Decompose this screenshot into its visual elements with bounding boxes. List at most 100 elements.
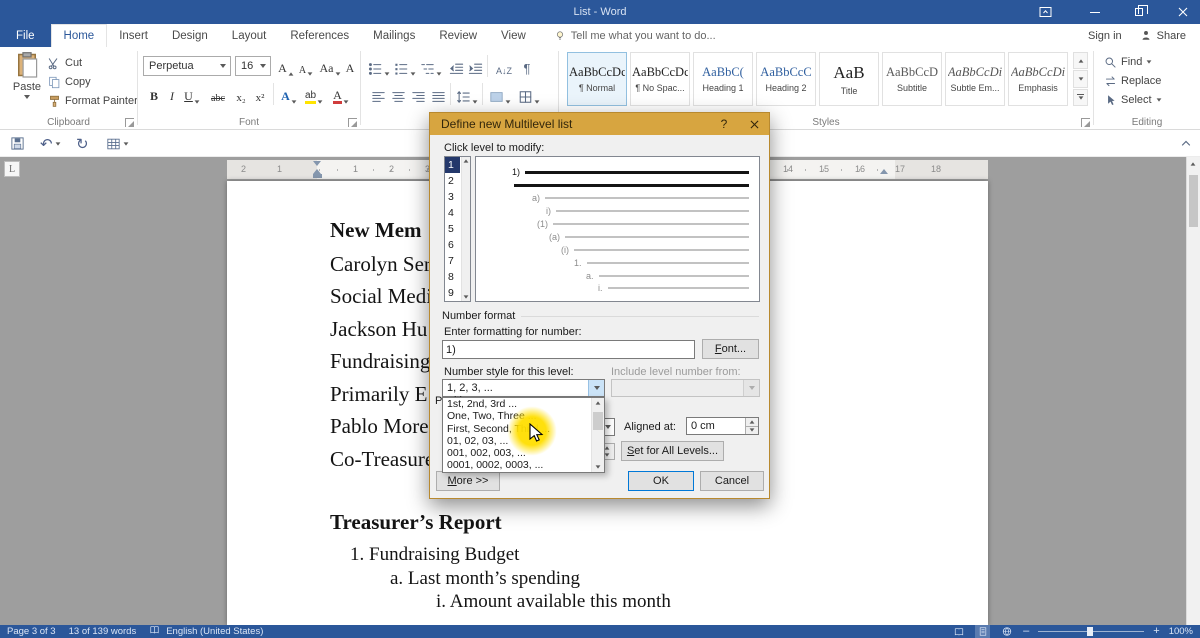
styles-dialog-launcher-icon[interactable] <box>1081 118 1090 127</box>
align-center-button[interactable] <box>389 84 407 104</box>
ribbon-display-options-icon[interactable] <box>1028 0 1062 24</box>
grow-font-button[interactable]: A <box>276 56 296 76</box>
close-button[interactable] <box>1166 0 1200 24</box>
zoom-slider[interactable] <box>1038 625 1144 638</box>
cancel-button[interactable]: Cancel <box>700 471 764 491</box>
read-mode-button[interactable] <box>951 625 966 638</box>
bullets-button[interactable] <box>367 56 391 76</box>
styles-scroll-down[interactable] <box>1073 70 1088 87</box>
dropdown-option[interactable]: 001, 002, 003, ... <box>443 447 591 459</box>
style-no-spacing[interactable]: AaBbCcDc¶ No Spac... <box>630 52 690 106</box>
highlight-color-button[interactable]: ab <box>302 84 326 104</box>
combo-arrow[interactable] <box>588 380 604 396</box>
share-button[interactable]: Share <box>1140 29 1186 42</box>
scroll-down-icon[interactable] <box>596 465 601 468</box>
level-item-7[interactable]: 7 <box>445 253 460 269</box>
style-subtle-emphasis[interactable]: AaBbCcDiSubtle Em... <box>945 52 1005 106</box>
style-subtitle[interactable]: AaBbCcDSubtitle <box>882 52 942 106</box>
select-button[interactable]: Select <box>1104 91 1162 109</box>
strikethrough-button[interactable]: abc <box>206 84 230 104</box>
first-line-indent-marker[interactable] <box>313 161 321 166</box>
level-item-2[interactable]: 2 <box>445 173 460 189</box>
tab-view[interactable]: View <box>489 24 538 47</box>
dialog-help-button[interactable]: ? <box>709 113 739 135</box>
spinner-down-icon[interactable] <box>746 427 758 435</box>
format-painter-button[interactable]: Format Painter <box>48 92 138 110</box>
font-color-button[interactable]: A <box>329 84 353 104</box>
scrollbar-thumb[interactable] <box>593 412 603 430</box>
more-button[interactable]: More >> <box>436 471 500 491</box>
level-item-3[interactable]: 3 <box>445 189 460 205</box>
show-hide-pilcrow-button[interactable]: ¶ <box>519 56 535 76</box>
left-indent-marker[interactable] <box>313 174 322 178</box>
tab-layout[interactable]: Layout <box>220 24 279 47</box>
borders-button[interactable] <box>516 84 542 104</box>
scroll-down-icon[interactable] <box>464 295 469 298</box>
tab-mailings[interactable]: Mailings <box>361 24 427 47</box>
save-button[interactable] <box>10 133 25 154</box>
dropdown-option[interactable]: 0001, 0002, 0003, ... <box>443 459 591 471</box>
replace-button[interactable]: Replace <box>1104 72 1161 90</box>
web-layout-button[interactable] <box>999 625 1014 638</box>
tab-stop-selector[interactable]: L <box>4 161 20 177</box>
align-left-button[interactable] <box>369 84 387 104</box>
level-item-9[interactable]: 9 <box>445 285 460 301</box>
style-heading2[interactable]: AaBbCcCHeading 2 <box>756 52 816 106</box>
scrollbar-thumb[interactable] <box>1189 175 1198 227</box>
set-for-all-levels-button[interactable]: Set for All Levels... <box>621 441 724 461</box>
level-item-6[interactable]: 6 <box>445 237 460 253</box>
print-layout-button[interactable] <box>975 625 990 638</box>
language-indicator[interactable]: English (United States) <box>166 626 263 637</box>
ok-button[interactable]: OK <box>628 471 694 491</box>
title-bar[interactable]: List - Word <box>0 0 1200 24</box>
zoom-in-button[interactable]: + <box>1153 625 1159 638</box>
dropdown-scrollbar[interactable] <box>591 398 604 472</box>
tell-me-box[interactable]: Tell me what you want to do... <box>554 24 716 47</box>
dropdown-option[interactable]: One, Two, Three ... <box>443 410 591 422</box>
subscript-button[interactable]: x₂ <box>232 84 250 104</box>
tab-home[interactable]: Home <box>51 24 108 47</box>
underline-button[interactable]: U <box>181 84 203 104</box>
line-spacing-button[interactable] <box>454 84 480 104</box>
redo-button[interactable]: ↻ <box>76 133 89 154</box>
superscript-button[interactable]: x² <box>251 84 269 104</box>
scroll-up-icon[interactable] <box>596 401 601 404</box>
zoom-thumb[interactable] <box>1087 627 1093 636</box>
style-normal[interactable]: AaBbCcDc¶ Normal <box>567 52 627 106</box>
clear-formatting-button[interactable]: A <box>342 56 358 76</box>
font-size-combo[interactable]: 16 <box>235 56 271 76</box>
dropdown-option[interactable]: 1st, 2nd, 3rd ... <box>443 398 591 410</box>
sort-button[interactable]: A↓Z <box>491 56 517 76</box>
table-tool-button[interactable] <box>106 133 129 154</box>
dropdown-option[interactable]: First, Second, Third ... <box>443 423 591 435</box>
aligned-at-spinner[interactable]: 0 cm <box>686 417 759 435</box>
justify-button[interactable] <box>429 84 447 104</box>
level-item-5[interactable]: 5 <box>445 221 460 237</box>
numbering-button[interactable] <box>393 56 417 76</box>
tab-references[interactable]: References <box>278 24 361 47</box>
word-count[interactable]: 13 of 139 words <box>69 626 137 637</box>
level-item-1[interactable]: 1 <box>445 157 460 173</box>
level-item-8[interactable]: 8 <box>445 269 460 285</box>
tab-review[interactable]: Review <box>427 24 489 47</box>
undo-button[interactable]: ↶ <box>40 133 61 154</box>
zoom-out-button[interactable]: – <box>1023 625 1029 638</box>
paste-button[interactable]: Paste <box>7 51 47 117</box>
shading-button[interactable] <box>487 84 513 104</box>
spinner-arrows[interactable] <box>745 418 758 434</box>
italic-button[interactable]: I <box>165 84 179 104</box>
shrink-font-button[interactable]: A <box>296 56 316 76</box>
align-right-button[interactable] <box>409 84 427 104</box>
increase-indent-button[interactable] <box>466 56 484 76</box>
style-emphasis[interactable]: AaBbCcDiEmphasis <box>1008 52 1068 106</box>
decrease-indent-button[interactable] <box>447 56 465 76</box>
level-item-4[interactable]: 4 <box>445 205 460 221</box>
font-button[interactable]: Font... <box>702 339 759 359</box>
styles-gallery-more[interactable] <box>1073 89 1088 106</box>
level-scrollbar[interactable] <box>461 157 470 301</box>
number-format-input[interactable] <box>442 340 695 359</box>
level-listbox[interactable]: 1 2 3 4 5 6 7 8 9 <box>444 156 471 302</box>
restore-button[interactable] <box>1122 0 1156 24</box>
minimize-button[interactable] <box>1078 0 1112 24</box>
right-indent-marker[interactable] <box>880 169 888 174</box>
